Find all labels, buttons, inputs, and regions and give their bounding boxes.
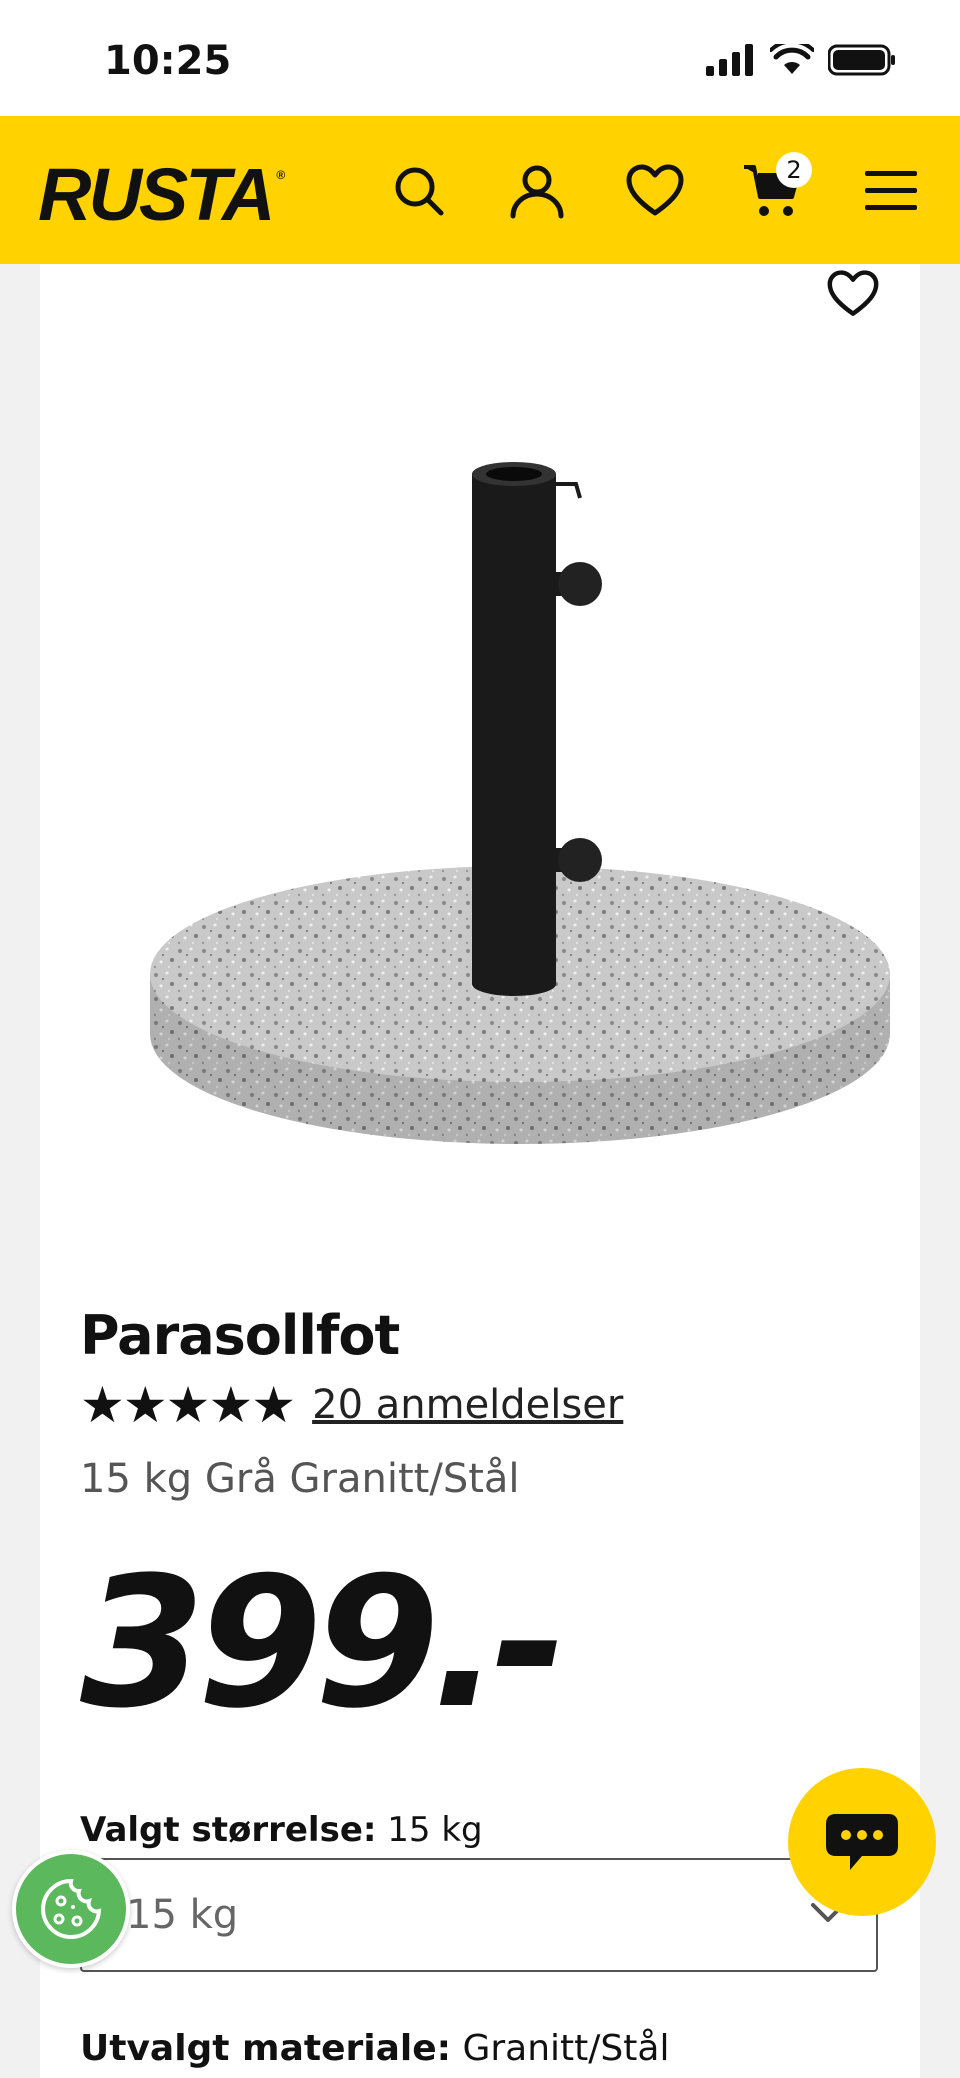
product-price: 399.- xyxy=(80,1539,567,1748)
selected-size-label: Valgt størrelse: 15 kg xyxy=(80,1810,483,1850)
site-header: RUSTA ® 2 xyxy=(0,116,960,264)
product-card: Parasollfot ★★★★★ 20 anmeldelser 15 kg G… xyxy=(40,264,920,2078)
rating-stars: ★★★★★ xyxy=(80,1376,296,1434)
status-bar: 10:25 xyxy=(0,0,960,116)
cookie-icon xyxy=(41,1878,102,1939)
product-title: Parasollfot xyxy=(80,1304,400,1367)
battery-icon xyxy=(828,44,895,76)
cookie-settings-button[interactable] xyxy=(12,1850,130,1968)
size-dropdown[interactable]: 15 kg xyxy=(80,1858,878,1972)
selected-material-label: Utvalgt materiale: Granitt/Stål xyxy=(80,2028,669,2069)
heart-outline-icon xyxy=(827,270,879,316)
material-label-value: Granitt/Stål xyxy=(462,2028,670,2069)
size-label-text: Valgt størrelse: xyxy=(80,1810,377,1850)
wishlist-button[interactable] xyxy=(620,156,690,226)
chat-bubble-icon xyxy=(826,1814,898,1870)
logo-registered-mark: ® xyxy=(276,168,286,182)
search-icon xyxy=(395,167,444,216)
logo-text: RUSTA xyxy=(38,153,275,236)
user-icon xyxy=(510,165,564,219)
product-rating: ★★★★★ 20 anmeldelser xyxy=(80,1380,623,1430)
menu-button[interactable] xyxy=(856,156,926,226)
status-time: 10:25 xyxy=(104,38,232,84)
add-to-wishlist-button[interactable] xyxy=(818,264,888,324)
chat-button[interactable] xyxy=(788,1768,936,1916)
wifi-icon xyxy=(770,44,814,74)
heart-icon xyxy=(626,164,684,216)
material-label-text: Utvalgt materiale: xyxy=(80,2028,452,2069)
cart-button[interactable]: 2 xyxy=(738,152,812,226)
search-button[interactable] xyxy=(384,156,454,226)
cart-count-badge: 2 xyxy=(776,152,812,188)
signal-icon xyxy=(706,44,753,76)
size-dropdown-value: 15 kg xyxy=(126,1892,239,1938)
product-image[interactable] xyxy=(80,394,920,1274)
menu-icon xyxy=(865,171,917,210)
size-label-value: 15 kg xyxy=(387,1810,483,1850)
rusta-logo[interactable]: RUSTA ® xyxy=(38,152,285,237)
status-icons xyxy=(706,44,896,76)
account-button[interactable] xyxy=(502,156,572,226)
product-variant: 15 kg Grå Granitt/Stål xyxy=(80,1456,520,1502)
reviews-link[interactable]: 20 anmeldelser xyxy=(312,1382,623,1428)
